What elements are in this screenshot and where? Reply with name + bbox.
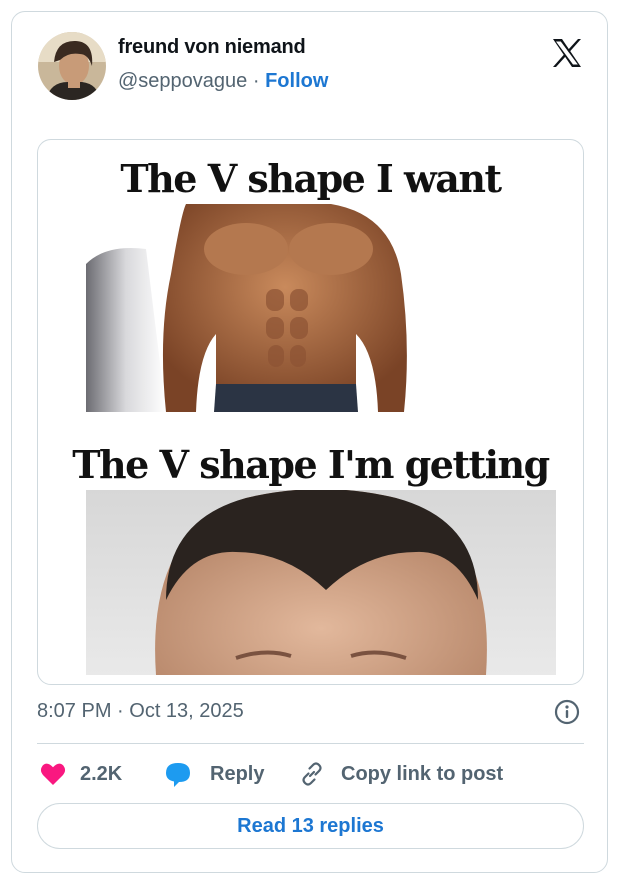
author-handle-row: @seppovague · Follow — [118, 70, 328, 93]
like-button[interactable]: 2.2K — [40, 757, 122, 791]
info-icon[interactable] — [554, 699, 580, 725]
copy-link-button[interactable]: Copy link to post — [299, 757, 503, 791]
heart-icon — [40, 763, 66, 785]
meme-caption-top: The V shape I want — [120, 156, 502, 201]
like-count: 2.2K — [80, 762, 123, 785]
copy-link-label: Copy link to post — [341, 762, 504, 785]
tweet-card: freund von niemand @seppovague · Follow … — [11, 11, 608, 873]
tweet-media-image[interactable]: The V shape I want The V shape I'm getti… — [37, 139, 584, 685]
author-handle[interactable]: @seppovague — [118, 70, 247, 92]
reply-button[interactable]: Reply — [164, 757, 264, 791]
muscular-torso-photo — [86, 204, 431, 412]
follow-button[interactable]: Follow — [265, 70, 328, 92]
reply-label: Reply — [210, 762, 265, 785]
divider — [37, 743, 584, 744]
handle-separator: · — [247, 70, 266, 92]
avatar[interactable] — [38, 32, 106, 100]
reply-bubble-icon — [166, 763, 190, 787]
tweet-timestamp[interactable]: 8:07 PM · Oct 13, 2025 — [37, 700, 244, 723]
author-display-name[interactable]: freund von niemand — [118, 36, 306, 59]
link-icon — [302, 762, 322, 786]
meme-caption-bottom: The V shape I'm getting — [72, 442, 550, 487]
x-logo-icon[interactable] — [550, 36, 584, 70]
read-replies-button[interactable]: Read 13 replies — [37, 803, 584, 849]
receding-hairline-photo — [86, 490, 556, 675]
